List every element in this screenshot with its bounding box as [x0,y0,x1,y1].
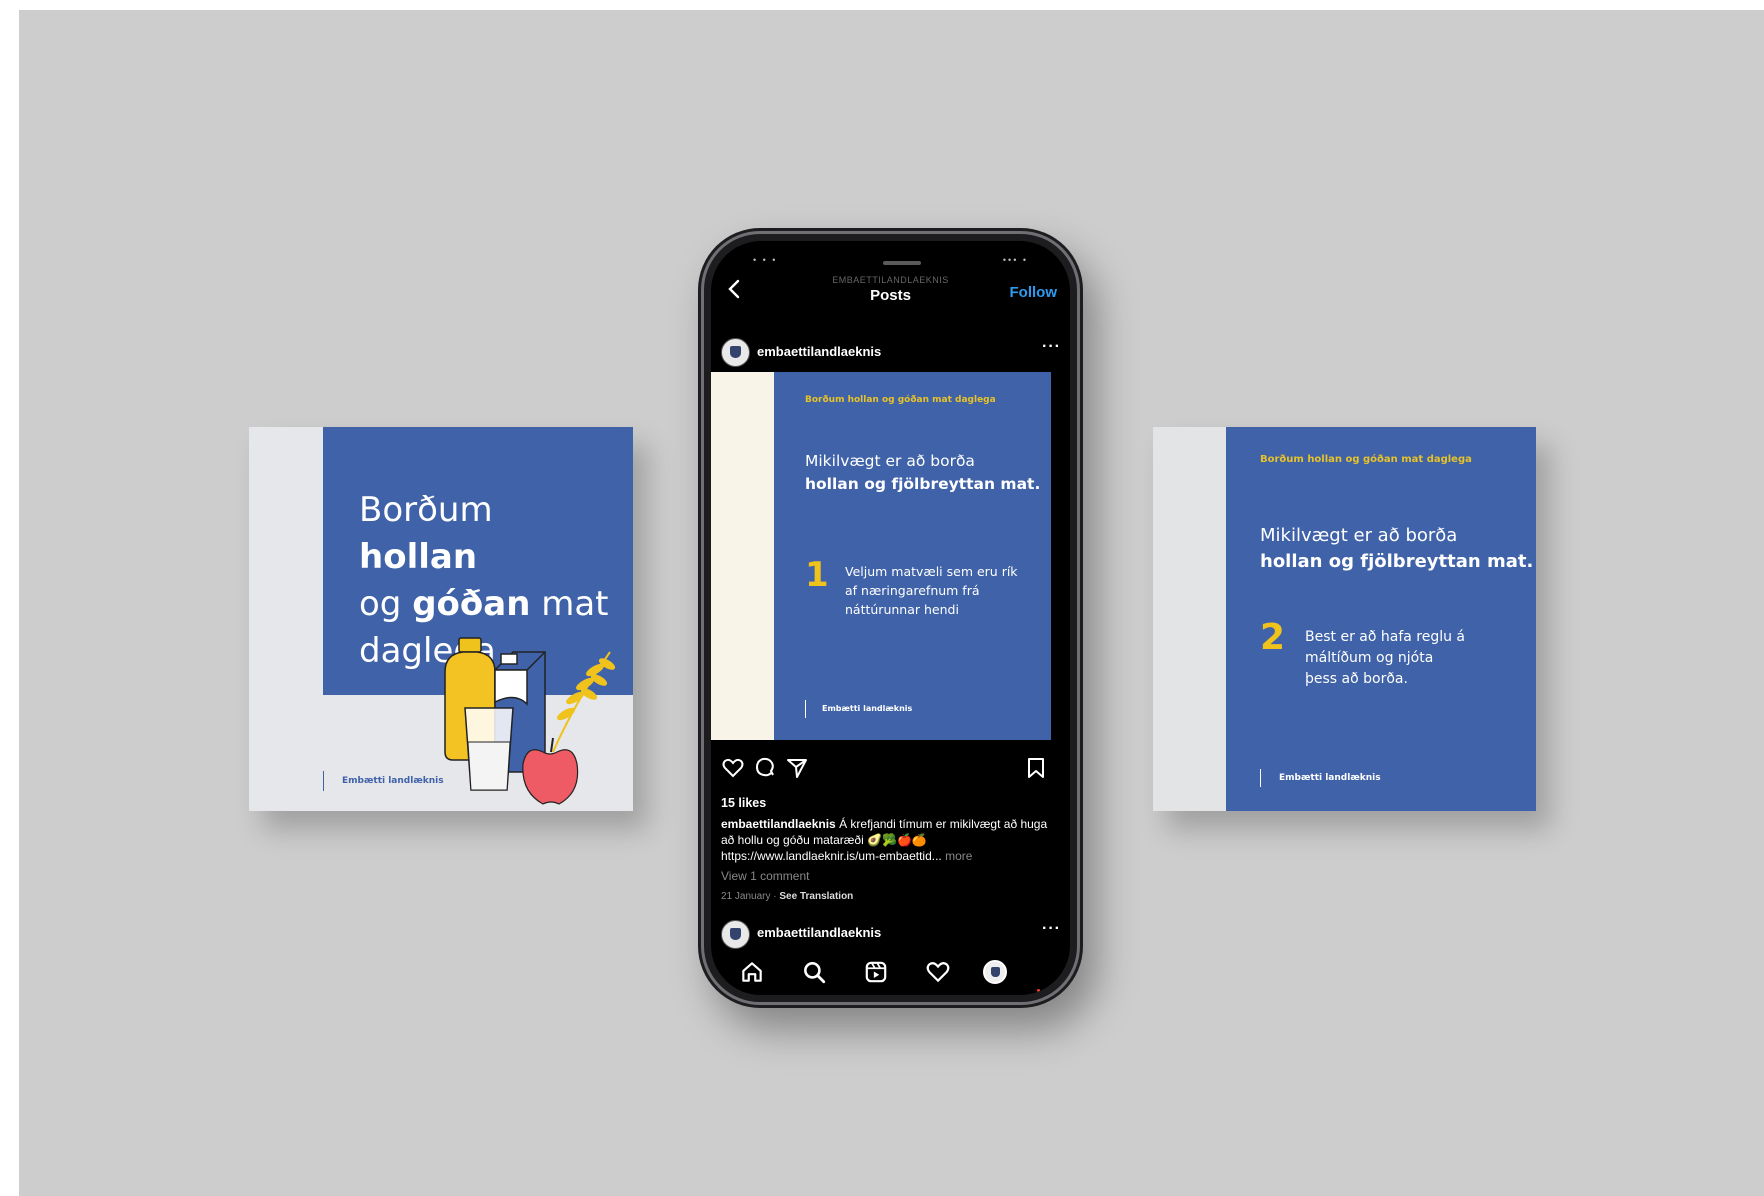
like-heart-icon[interactable] [721,756,745,780]
post-caption: embaettilandlaeknis Á krefjandi tímum er… [721,816,1051,864]
phone-mockup: • • • ••• • EMBAETTILANDLAEKNIS Posts Fo… [698,228,1083,1008]
post-image-intro: Mikilvægt er að borða hollan og fjölbrey… [805,450,1040,496]
post-image-tag: Borðum hollan og góðan mat daglega [805,395,996,405]
post-date-line: 21 January · See Translation [721,891,854,902]
tip-text: Best er að hafa reglu á máltíðum og njót… [1305,629,1466,687]
intro-line: Mikilvægt er að borða [1260,525,1458,546]
more-options-icon[interactable]: ··· [1042,920,1061,938]
avatar[interactable] [721,920,750,949]
speaker-notch [883,261,921,265]
right-card-intro: Mikilvægt er að borða hollan og fjölbrey… [1260,523,1533,575]
intro-line: Mikilvægt er að borða [805,452,975,470]
notification-dot [1037,989,1040,992]
headline-word-bold: góðan [412,584,531,624]
view-comments-link[interactable]: View 1 comment [721,869,809,883]
tip-number: 2 [1260,617,1286,658]
post-image-brand: Embætti landlæknis [805,700,912,718]
tip-number: 1 [805,555,829,595]
home-icon[interactable] [739,959,765,985]
search-icon[interactable] [801,959,827,985]
post-username[interactable]: embaettilandlaeknis [757,344,881,359]
see-translation-link[interactable]: See Translation [779,891,853,902]
crest-icon [991,967,1000,977]
status-right: ••• • [1002,255,1028,265]
comment-icon[interactable] [753,756,777,780]
right-post-card: Borðum hollan og góðan mat daglega Mikil… [1153,427,1536,811]
headline-word: og [359,584,402,624]
left-post-card: Borðum hollan og góðan mat daglega Embæt… [249,427,633,811]
bookmark-icon[interactable] [1024,756,1048,780]
headline-word: mat [541,584,609,624]
bottom-tab-bar [711,951,1070,995]
left-card-brand: Embætti landlæknis [323,771,444,791]
post-date: 21 January [721,891,771,902]
tip-text: Veljum matvæli sem eru rík af næringaref… [845,564,1018,617]
more-options-icon[interactable]: ··· [1042,338,1061,356]
headline-word-bold: hollan [359,537,478,577]
post-header: embaettilandlaeknis ··· [721,336,1061,368]
caption-link[interactable]: https://www.landlaeknir.is/um-embaettid.… [721,849,942,863]
intro-line-bold: hollan og fjölbreyttan mat. [805,475,1041,493]
post-username[interactable]: embaettilandlaeknis [757,925,881,940]
post-image[interactable]: Borðum hollan og góðan mat daglega Mikil… [711,372,1051,740]
caption-username[interactable]: embaettilandlaeknis [721,817,836,831]
likes-count[interactable]: 15 likes [721,796,766,810]
post-image-cream-strip [711,372,774,740]
headline-word: Borðum [359,490,493,530]
next-post-header: embaettilandlaeknis ··· [721,918,1061,949]
right-card-brand: Embætti landlæknis [1260,769,1381,787]
avatar[interactable] [721,338,750,367]
instagram-screen: • • • ••• • EMBAETTILANDLAEKNIS Posts Fo… [711,241,1070,995]
activity-heart-icon[interactable] [925,959,951,985]
more-link[interactable]: more [945,849,972,863]
follow-button[interactable]: Follow [1010,284,1058,301]
food-illustration [444,637,616,805]
share-icon[interactable] [785,756,809,780]
right-card-tag: Borðum hollan og góðan mat daglega [1260,454,1472,465]
status-left: • • • [753,255,778,265]
profile-icon[interactable] [983,960,1007,984]
reels-icon[interactable] [863,959,889,985]
post-actions [721,756,1046,782]
intro-line-bold: hollan og fjölbreyttan mat. [1260,551,1534,572]
